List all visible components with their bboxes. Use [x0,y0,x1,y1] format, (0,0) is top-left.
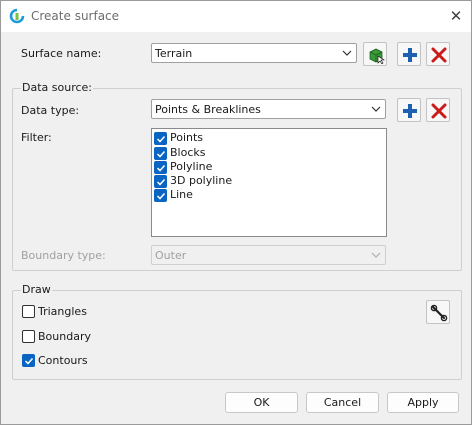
contours-checkbox[interactable] [22,354,35,367]
cancel-button[interactable]: Cancel [306,392,379,413]
delete-icon [431,47,447,63]
filter-item-label: Line [170,188,193,201]
add-surface-button[interactable] [397,42,421,66]
boundary-type-combo[interactable]: Outer [151,245,386,265]
surface-icon [369,48,385,64]
checkbox[interactable] [154,147,167,160]
checkbox[interactable] [154,175,167,188]
surface-name-value: Terrain [155,47,193,60]
checkbox[interactable] [154,189,167,202]
filter-item-label: 3D polyline [170,174,233,187]
chevron-down-icon [371,252,381,258]
data-source-group-label: Data source: [21,81,93,94]
triangles-checkbox-row[interactable]: Triangles [22,304,142,320]
filter-item-label: Blocks [170,146,206,159]
boundary-checkbox-row[interactable]: Boundary [22,329,142,345]
checkbox[interactable] [154,161,167,174]
boundary-checkbox[interactable] [22,330,35,343]
delete-data-source-button[interactable] [426,98,450,122]
delete-icon [431,103,447,119]
surface-properties-button[interactable] [363,42,387,66]
boundary-label: Boundary [38,330,91,343]
chevron-down-icon [371,106,381,112]
boundary-type-label: Boundary type: [21,249,106,262]
draw-group-label: Draw [21,283,52,296]
data-type-label: Data type: [21,104,80,117]
boundary-type-value: Outer [155,249,187,262]
contours-label: Contours [38,354,88,367]
filter-item-label: Polyline [170,160,213,173]
window-title: Create surface [31,9,120,23]
surface-name-combo[interactable]: Terrain [151,43,357,63]
filter-listbox[interactable]: Points Blocks Polyline 3D polyline Line [151,128,387,237]
close-icon[interactable]: ✕ [447,7,465,25]
triangles-label: Triangles [38,305,87,318]
filter-item-label: Points [170,131,204,144]
create-surface-dialog: Create surface ✕ Surface name: Terrain D… [0,0,472,425]
wrench-icon [430,304,448,322]
chevron-down-icon [342,50,352,56]
apply-button[interactable]: Apply [387,392,459,413]
data-type-value: Points & Breaklines [155,103,261,116]
surface-name-label: Surface name: [21,47,102,60]
plus-icon [403,48,417,62]
data-type-combo[interactable]: Points & Breaklines [151,99,386,119]
add-data-source-button[interactable] [397,98,421,122]
title-bar: Create surface ✕ [1,1,471,32]
contours-checkbox-row[interactable]: Contours [22,353,142,369]
delete-surface-button[interactable] [426,42,450,66]
triangles-checkbox[interactable] [22,305,35,318]
plus-icon [403,104,417,118]
checkbox[interactable] [154,132,167,145]
filter-label: Filter: [21,131,52,144]
app-icon [9,8,25,24]
draw-settings-button[interactable] [426,300,450,324]
ok-button[interactable]: OK [225,392,298,413]
